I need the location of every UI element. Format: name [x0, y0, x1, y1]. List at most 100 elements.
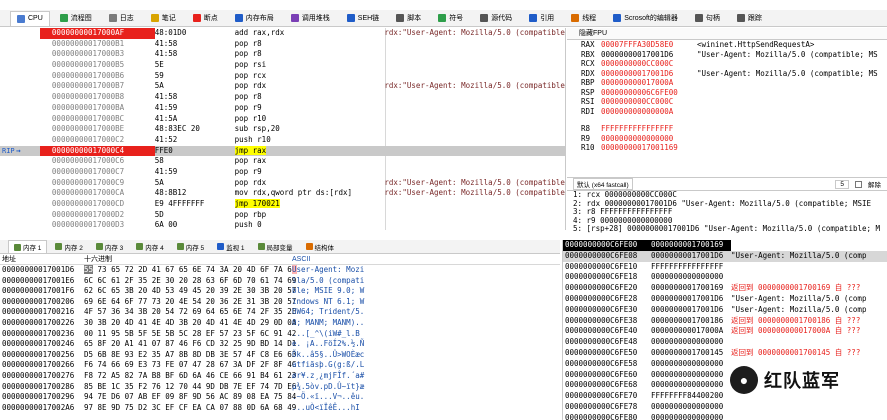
dump-row[interactable]: 0000000001700246 65 8F 20 A1 41 07 87 46 … — [0, 339, 560, 350]
disasm-row[interactable]: 00000000017000CD E9 4FFFFFFF jmp 170021 — [0, 199, 565, 210]
stack-row[interactable]: 0000000000C6FE78 0000000000000000 — [563, 402, 887, 413]
dump-tab[interactable]: 内存 3 — [91, 241, 128, 253]
disasm-row[interactable]: 00000000017000B6 59 pop rcx — [0, 71, 565, 82]
register-row[interactable]: R9 0000000000000000 — [567, 134, 887, 144]
dump-row[interactable]: 0000000001700216 4F 57 36 34 3B 20 54 72 … — [0, 307, 560, 318]
stack-row[interactable]: 0000000000C6FE30 00000000017001D6 "User-Ag… — [563, 305, 887, 316]
tab-trace[interactable]: 跟踪 — [730, 11, 769, 26]
stack-row[interactable]: 0000000000C6FE10 FFFFFFFFFFFFFFFF — [563, 262, 887, 273]
stack-row[interactable]: 0000000000C6FE50 0000000001700145 返回到 0000… — [563, 348, 887, 359]
register-row[interactable]: R8 FFFFFFFFFFFFFFFF — [567, 124, 887, 134]
register-value[interactable]: 0000000000CC000C — [601, 59, 697, 69]
disasm-row[interactable]: 00000000017000AF 48:01D0 add rax,rdx rdx:"U… — [0, 28, 565, 39]
disasm-row[interactable]: 00000000017000BE 48:83EC 20 sub rsp,20 — [0, 124, 565, 135]
tab-symbols[interactable]: 符号 — [431, 11, 470, 26]
stack-row[interactable]: 0000000000C6FE20 0000000001700169 返回到 0000… — [563, 283, 887, 294]
tab-memory-map[interactable]: 内存布局 — [228, 11, 281, 26]
register-row[interactable]: RDI 000000000000000A — [567, 107, 887, 117]
register-value[interactable]: 00000000017001169 — [601, 143, 697, 153]
tab-cpu[interactable]: CPU — [10, 10, 50, 26]
dump-row[interactable]: 0000000001700226 30 3B 20 4D 41 4E 4D 3B … — [0, 318, 560, 329]
dump-tab[interactable]: 局部变量 — [253, 241, 298, 253]
register-row[interactable]: RCX 0000000000CC000C — [567, 59, 887, 69]
stack-row[interactable]: 0000000000C6FE38 0000000001700186 返回到 0000… — [563, 316, 887, 327]
tab-script[interactable]: 脚本 — [389, 11, 428, 26]
disasm-row[interactable]: 00000000017000B5 5E pop rsi — [0, 60, 565, 71]
register-value[interactable]: 000000000017000A — [601, 78, 697, 88]
stack-row[interactable]: 0000000000C6FE18 0000000000000000 — [563, 272, 887, 283]
memory-dump-pane[interactable]: 地址 十六进制 ASCII 00000000017001D6 55 73 65 7… — [0, 255, 560, 420]
dump-row[interactable]: 0000000001700276 F8 72 A5 82 7A B8 BF 6D … — [0, 371, 560, 382]
tab-references[interactable]: 引用 — [522, 11, 561, 26]
dump-tab[interactable]: 结构体 — [301, 241, 340, 253]
disasm-row[interactable]: 00000000017000BC 41:5A pop r10 — [0, 114, 565, 125]
unlock-checkbox[interactable] — [855, 180, 862, 188]
disasm-row[interactable]: 00000000017000B3 41:58 pop r8 — [0, 49, 565, 60]
register-value[interactable]: FFFFFFFFFFFFFFFF — [601, 124, 697, 134]
disasm-row[interactable]: 00000000017000B1 41:58 pop r8 — [0, 39, 565, 50]
tab-graph[interactable]: 流程图 — [53, 11, 99, 26]
disasm-row[interactable]: RIP → 00000000017000C4 FFE0 jmp rax — [0, 145, 565, 157]
register-row[interactable]: RSI 0000000000CC000C — [567, 97, 887, 107]
register-value[interactable]: 00000000006C6FE00 — [601, 88, 697, 98]
calling-convention-select[interactable]: 默认 (x64 fastcall) — [573, 178, 633, 190]
disasm-row[interactable]: 00000000017000C7 41:59 pop r9 — [0, 167, 565, 178]
dump-row[interactable]: 0000000001700236 00 11 95 5B 5F 5E 5B 5C … — [0, 329, 560, 340]
register-value[interactable]: 0000000000CC000C — [601, 97, 697, 107]
dump-tab[interactable]: 监视 1 — [212, 241, 249, 253]
dump-tab[interactable]: 内存 1 — [8, 240, 48, 253]
disasm-row[interactable]: 00000000017000BA 41:59 pop r9 — [0, 103, 565, 114]
register-row[interactable]: RBP 000000000017000A — [567, 78, 887, 88]
disasm-row[interactable]: 00000000017000C9 5A pop rdx rdx:"User-Agent… — [0, 178, 565, 189]
tab-notes[interactable]: 笔记 — [144, 11, 183, 26]
disasm-row[interactable]: 00000000017000CA 48:8B12 mov rdx,qword ptr… — [0, 188, 565, 199]
disasm-row[interactable]: 00000000017000B7 5A pop rdx rdx:"User-Agent… — [0, 81, 565, 92]
dump-row[interactable]: 0000000001700286 85 BE 1C 35 F2 76 12 70 … — [0, 382, 560, 393]
dump-row[interactable]: 0000000001700206 69 6E 64 6F 77 73 20 4E … — [0, 297, 560, 308]
dump-row[interactable]: 00000000017001F6 62 6C 65 3B 20 4D 53 49 … — [0, 286, 560, 297]
dump-row[interactable]: 00000000017001D6 55 73 65 72 2D 41 67 65 … — [0, 265, 560, 276]
arg-count-spinner[interactable]: 5 — [835, 179, 849, 189]
tab-log[interactable]: 日志 — [102, 11, 141, 26]
tab-seh[interactable]: SEH链 — [340, 11, 386, 26]
disasm-row[interactable]: 00000000017000C6 58 pop rax — [0, 156, 565, 167]
stack-row[interactable]: 0000000000C6FE48 0000000000000000 — [563, 337, 887, 348]
register-row[interactable]: RDX 00000000017001D6 "User-Agent: Mozilla/… — [567, 69, 887, 79]
dump-tab[interactable]: 内存 2 — [50, 241, 87, 253]
disasm-row[interactable]: 00000000017000D2 5D pop rbp — [0, 210, 565, 221]
stack-row[interactable]: 0000000000C6FE28 00000000017001D6 "User-Ag… — [563, 294, 887, 305]
tab-handles[interactable]: Scrosoft的编辑器 — [606, 11, 685, 26]
register-value[interactable]: 000000000000000A — [601, 107, 697, 117]
register-value[interactable]: 00000000017001D6 — [601, 50, 697, 60]
tab-breakpoint[interactable]: 断点 — [186, 11, 225, 26]
dump-tab[interactable]: 内存 5 — [172, 241, 209, 253]
disasm-row[interactable]: 00000000017000B8 41:58 pop r8 — [0, 92, 565, 103]
stack-row[interactable]: 0000000000C6FE40 000000000017000A 返回到 0000… — [563, 326, 887, 337]
dump-row[interactable]: 00000000017001E6 6C 6C 61 2F 35 2E 30 20 … — [0, 276, 560, 287]
disasm-row[interactable]: 00000000017000D3 6A 00 push 0 — [0, 220, 565, 230]
stack-row[interactable]: 0000000000C6FE08 00000000017001D6 "User-Ag… — [563, 250, 887, 262]
register-value[interactable]: 00000000017001D6 — [601, 69, 697, 79]
register-row[interactable]: RSP 00000000006C6FE00 — [567, 88, 887, 98]
dump-tab[interactable]: 内存 4 — [131, 241, 168, 253]
disasm-row[interactable]: 00000000017000C2 41:52 push r10 — [0, 135, 565, 146]
dump-row[interactable]: 0000000001700256 D5 6B 8E 93 E2 35 A7 8B … — [0, 350, 560, 361]
dump-row[interactable]: 0000000001700266 F6 74 66 69 E3 73 FE 07 … — [0, 360, 560, 371]
tab-handle[interactable]: 句柄 — [688, 11, 727, 26]
dump-row[interactable]: 00000000017002A6 97 8E 9D 75 D2 3C EF CF … — [0, 403, 560, 414]
disassembly-pane[interactable]: 00000000017000AF 48:01D0 add rax,rdx rdx:"U… — [0, 28, 566, 230]
tab-source[interactable]: 源代码 — [473, 11, 519, 26]
register-row[interactable]: R10 00000000017001169 — [567, 143, 887, 153]
register-row[interactable]: RBX 00000000017001D6 "User-Agent: Mozilla/… — [567, 50, 887, 60]
registers-pane[interactable]: 隐藏FPU RAX 00007FFFA30D58E0 <wininet.HttpSe… — [567, 28, 887, 178]
stack-row[interactable]: 0000000000C6FE80 0000000000000000 — [563, 413, 887, 420]
stack-row[interactable]: 0000000000C6FE00 0000000001700169 — [563, 240, 887, 251]
register-value[interactable]: 0000000000000000 — [601, 134, 697, 144]
tab-call-stack[interactable]: 调用堆栈 — [284, 11, 337, 26]
register-value[interactable]: 00007FFFA30D58E0 — [601, 40, 697, 50]
tab-threads[interactable]: 线程 — [564, 11, 603, 26]
register-row[interactable]: RAX 00007FFFA30D58E0 <wininet.HttpSendRequ… — [567, 40, 887, 50]
hide-fpu-toggle[interactable]: 隐藏FPU — [567, 28, 887, 40]
dump-row[interactable]: 0000000001700296 94 7E D6 07 AB EF 09 8F … — [0, 392, 560, 403]
call-arguments-pane[interactable]: 默认 (x64 fastcall) 5 解除 1: rcx 0000000000… — [567, 178, 887, 233]
